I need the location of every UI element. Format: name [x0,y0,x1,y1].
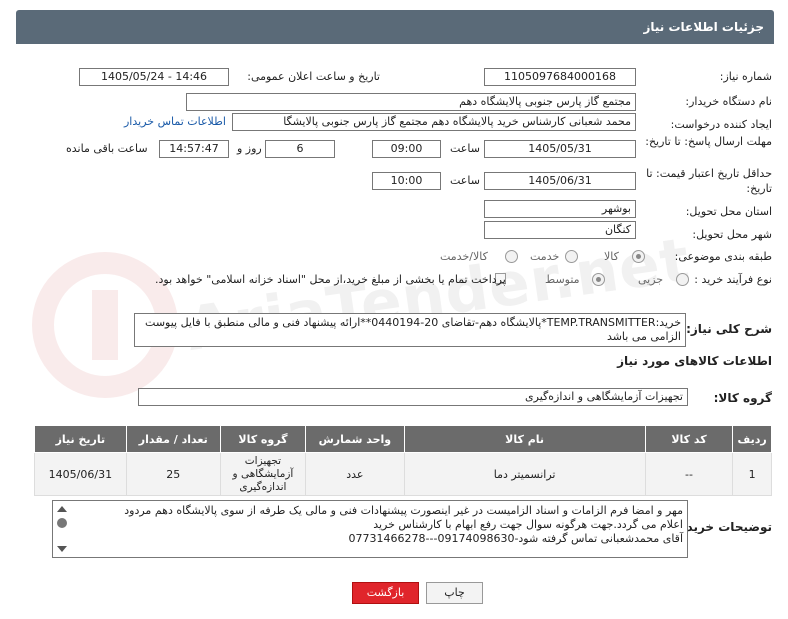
creator-field: محمد شعبانی کارشناس خرید پالایشگاه دهم م… [232,113,636,131]
cell-code: -- [644,452,734,496]
print-button[interactable]: چاپ [426,582,483,604]
days-label: روز و [237,142,262,155]
remaining-time-field: 14:57:47 [159,140,229,158]
buyer-org-field: مجتمع گاز پارس جنوبی پالایشگاه دهم [186,93,636,111]
announce-field: 1405/05/24 - 14:46 [79,68,229,86]
deadline-label: مهلت ارسال پاسخ: تا تاریخ: [642,134,772,149]
validity-time-label: ساعت [450,174,480,187]
description-label: شرح کلی نیاز: [686,322,772,336]
cell-date: 1405/06/31 [34,452,127,496]
col-unit: واحد شمارش [305,425,405,453]
category-radio-goods[interactable] [632,250,645,263]
col-row: ردیف [732,425,772,453]
scroll-arrows-icon [57,506,67,552]
payment-note: پرداخت تمام یا بخشی از مبلغ خرید،از محل … [155,273,506,286]
city-label: شهر محل تحویل: [692,228,772,241]
deadline-label-text: مهلت ارسال پاسخ: تا تاریخ: [645,135,772,148]
remaining-label: ساعت باقی مانده [66,142,148,155]
cell-row: 1 [732,452,772,496]
city-field: کنگان [484,221,636,239]
table-row[interactable]: 1 -- ترانسمیتر دما عدد تجهیزات آزمایشگاه… [34,452,772,496]
back-button[interactable]: بازگشت [352,582,419,604]
goods-group-field: تجهیزات آزمایشگاهی و اندازه‌گیری [138,388,688,406]
province-field: بوشهر [484,200,636,218]
goods-table-header: ردیف کد کالا نام کالا واحد شمارش گروه کا… [34,425,772,453]
validity-label-text: حداقل تاریخ اعتبار قیمت: تا تاریخ: [646,167,772,195]
buyer-notes-line1: مهر و امضا فرم الزامات و اسناد الزامیست … [124,504,683,517]
col-qty: تعداد / مقدار [125,425,221,453]
days-field: 6 [265,140,335,158]
buyer-notes-field: مهر و امضا فرم الزامات و اسناد الزامیست … [52,500,688,558]
category-radio-service[interactable] [565,250,578,263]
notes-scrollbar[interactable] [55,503,69,555]
need-number-label: شماره نیاز: [719,70,772,83]
cell-name: ترانسمیتر دما [403,452,646,496]
creator-label: ایجاد کننده درخواست: [670,118,772,131]
category-radio-goods-service[interactable] [505,250,518,263]
validity-date-field: 1405/06/31 [484,172,636,190]
col-code: کد کالا [644,425,734,453]
goods-group-label: گروه کالا: [713,391,772,405]
buyer-contact-link[interactable]: اطلاعات تماس خریدار [124,115,226,128]
col-group: گروه کالا [219,425,307,453]
goods-info-title: اطلاعات کالاهای مورد نیاز [617,354,772,368]
process-option-medium: متوسط [545,273,580,286]
category-option-service: خدمت [530,250,560,263]
category-label: طبقه بندی موضوعی: [674,250,772,263]
validity-time-field: 10:00 [372,172,441,190]
cell-unit: عدد [305,452,405,496]
validity-label: حداقل تاریخ اعتبار قیمت: تا تاریخ: [632,166,772,196]
col-name: نام کالا [403,425,646,453]
category-option-goods-service: کالا/خدمت [440,250,488,263]
process-option-minor: جزیی [638,273,664,286]
cell-qty: 25 [125,452,221,496]
deadline-time-field: 09:00 [372,140,441,158]
deadline-date-field: 1405/05/31 [484,140,636,158]
buyer-notes-line2: اعلام می گردد.جهت هرگونه سوال جهت رفع اب… [373,518,683,531]
process-label: نوع فرآیند خرید : [694,273,772,286]
buyer-org-label: نام دستگاه خریدار: [685,95,772,108]
category-option-goods: کالا [604,250,619,263]
col-date: تاریخ نیاز [34,425,127,453]
deadline-time-label: ساعت [450,142,480,155]
announce-label: تاریخ و ساعت اعلان عمومی: [247,70,380,83]
cell-group: تجهیزات آزمایشگاهی و اندازه‌گیری [219,452,307,496]
page-title: جزئیات اطلاعات نیاز [643,20,764,34]
buyer-notes-line3: آقای محمدشعبانی تماس گرفته شود-091740986… [348,532,683,545]
province-label: استان محل تحویل: [685,205,772,218]
goods-table: ردیف کد کالا نام کالا واحد شمارش گروه کا… [34,425,772,496]
description-text: خرید:TEMP.TRANSMITTER*پالایشگاه دهم-تقاض… [145,316,681,343]
description-field: خرید:TEMP.TRANSMITTER*پالایشگاه دهم-تقاض… [134,313,686,347]
process-radio-medium[interactable] [592,273,605,286]
need-number-field: 1105097684000168 [484,68,636,86]
process-radio-minor[interactable] [676,273,689,286]
page-header: جزئیات اطلاعات نیاز [16,10,774,44]
